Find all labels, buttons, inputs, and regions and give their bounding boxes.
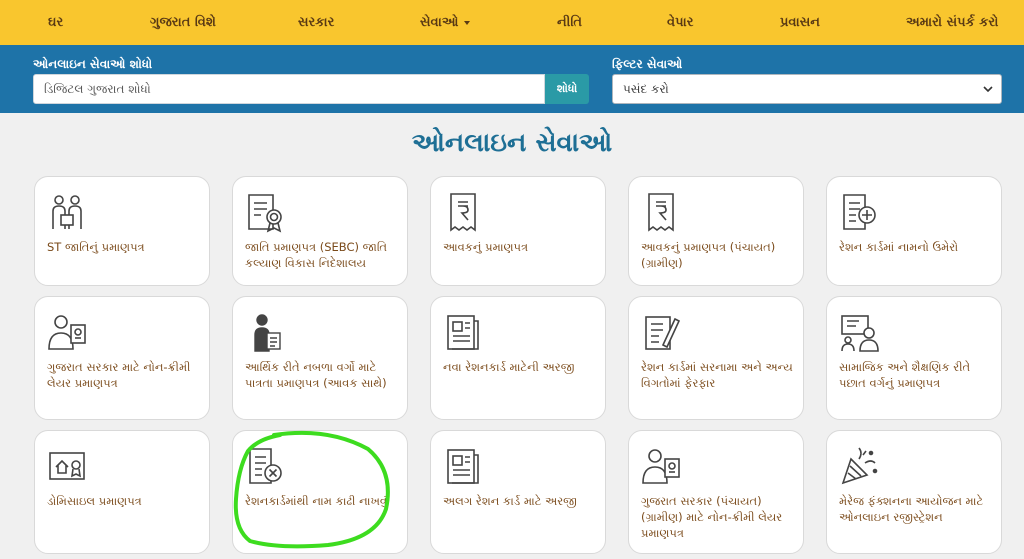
rupee-receipt-icon <box>648 193 674 232</box>
service-card-income-certificate[interactable]: આવકનું પ્રમાણપત્ર <box>430 176 606 286</box>
person-certificate-icon <box>48 315 86 350</box>
service-card-separate-ration-card[interactable]: અલગ રેશન કાર્ડ માટે અરજી <box>430 430 606 554</box>
search-bar: ઓનલાઇન સેવાઓ શોધો ડિજિટલ ગુજરાત શોધો શોધ… <box>0 45 1024 113</box>
home-certificate-icon <box>49 452 85 480</box>
certificate-seal-icon <box>248 194 282 233</box>
service-card-label: ગુજરાત સરકાર માટે નોન-ક્રીમી લેયર પ્રમાણ… <box>47 360 191 390</box>
teacher-board-icon <box>841 315 879 352</box>
service-card-sebc-backward-class[interactable]: સામાજિક અને શૈક્ષણિક રીતે પછાત વર્ગનું પ… <box>826 296 1002 420</box>
service-card-st-caste-certificate[interactable]: ST જાતિનું પ્રમાણપત્ર <box>34 176 210 286</box>
service-card-label: રેશન કાર્ડમાં સરનામા અને અન્ય વિગતોમાં ફ… <box>641 360 793 390</box>
service-card-domicile-certificate[interactable]: ડોમિસાઇલ પ્રમાણપત્ર <box>34 430 210 554</box>
service-card-label: આવકનું પ્રમાણપત્ર <box>443 240 529 254</box>
newspaper-icon <box>447 315 479 350</box>
nav-services-label: સેવાઓ <box>420 15 459 30</box>
service-card-sebc-certificate[interactable]: જાતિ પ્રમાણપત્ર (SEBC) જાતિ કલ્યાણ વિકાસ… <box>232 176 408 286</box>
service-card-non-creamy-layer[interactable]: ગુજરાત સરકાર માટે નોન-ક્રીમી લેયર પ્રમાણ… <box>34 296 210 420</box>
nav-home[interactable]: ઘર <box>48 0 63 45</box>
nav-services[interactable]: સેવાઓ <box>420 0 471 45</box>
nav-tourism[interactable]: પ્રવાસન <box>780 0 820 45</box>
newspaper-icon <box>447 449 479 484</box>
nav-business[interactable]: વેપાર <box>667 0 693 45</box>
service-card-ews-certificate[interactable]: આર્થિક રીતે નબળા વર્ગો માટે પાત્રતા પ્રમ… <box>232 296 408 420</box>
remove-document-icon <box>249 448 282 484</box>
top-navigation: ઘર ગુજરાત વિશે સરકાર સેવાઓ નીતિ વેપાર પ્… <box>0 0 1024 45</box>
search-label: ઓનલાઇન સેવાઓ શોધો <box>33 57 153 71</box>
service-card-ration-address-change[interactable]: રેશન કાર્ડમાં સરનામા અને અન્ય વિગતોમાં ફ… <box>628 296 804 420</box>
nav-government[interactable]: સરકાર <box>298 0 334 45</box>
search-button[interactable]: શોધો <box>545 74 589 104</box>
add-document-icon <box>843 194 876 230</box>
service-card-label: મેરેજ ફંક્શનના આયોજન માટે ઓનલાઇન રજીસ્ટ્… <box>839 494 984 524</box>
service-card-label: જાતિ પ્રમાણપત્ર (SEBC) જાતિ કલ્યાણ વિકાસ… <box>245 240 388 270</box>
service-card-label: ગુજરાત સરકાર (પંચાયત) (ગ્રામીણ) માટે નોન… <box>641 494 783 540</box>
service-card-ration-remove-name[interactable]: રેશનકાર્ડમાંથી નામ કાઢી નાખવું <box>232 430 408 554</box>
person-certificate-icon <box>642 449 680 484</box>
service-card-label: ડોમિસાઇલ પ્રમાણપત્ર <box>47 494 142 508</box>
service-card-label: અલગ રેશન કાર્ડ માટે અરજી <box>443 494 577 508</box>
people-certificate-icon <box>52 195 82 229</box>
service-card-label: આવકનું પ્રમાણપત્ર (પંચાયત) (ગ્રામીણ) <box>641 240 776 270</box>
service-card-label: રેશનકાર્ડમાંથી નામ કાઢી નાખવું <box>245 494 388 508</box>
nav-policy[interactable]: નીતિ <box>557 0 582 45</box>
nav-contact-us[interactable]: અમારો સંપર્ક કરો <box>906 0 998 45</box>
filter-selected-value: પસંદ કરો <box>623 82 669 96</box>
caret-down-icon <box>464 20 471 25</box>
rupee-receipt-icon <box>450 193 476 232</box>
service-card-label: ST જાતિનું પ્રમાણપત્ર <box>47 240 145 254</box>
page-title: ઓનલાઇન સેવાઓ <box>411 128 613 158</box>
search-input[interactable]: ડિજિટલ ગુજરાત શોધો <box>33 74 545 104</box>
service-card-new-ration-card[interactable]: નવા રેશનકાર્ડ માટેની અરજી <box>430 296 606 420</box>
chevron-down-icon <box>983 86 993 93</box>
service-card-marriage-function-registration[interactable]: મેરેજ ફંક્શનના આયોજન માટે ઓનલાઇન રજીસ્ટ્… <box>826 430 1002 554</box>
service-card-non-creamy-layer-panchayat[interactable]: ગુજરાત સરકાર (પંચાયત) (ગ્રામીણ) માટે નોન… <box>628 430 804 554</box>
filter-select[interactable]: પસંદ કરો <box>612 74 1002 104</box>
party-popper-icon <box>841 447 878 485</box>
service-card-label: નવા રેશનકાર્ડ માટેની અરજી <box>443 360 575 374</box>
service-card-income-certificate-panchayat[interactable]: આવકનું પ્રમાણપત્ર (પંચાયત) (ગ્રામીણ) <box>628 176 804 286</box>
nav-about-gujarat[interactable]: ગુજરાત વિશે <box>150 0 216 45</box>
person-document-icon <box>254 314 281 352</box>
service-card-label: રેશન કાર્ડમાં નામનો ઉમેરો <box>839 240 959 254</box>
edit-document-icon <box>645 316 681 350</box>
service-card-ration-add-name[interactable]: રેશન કાર્ડમાં નામનો ઉમેરો <box>826 176 1002 286</box>
service-card-label: આર્થિક રીતે નબળા વર્ગો માટે પાત્રતા પ્રમ… <box>245 360 387 390</box>
service-card-label: સામાજિક અને શૈક્ષણિક રીતે પછાત વર્ગનું પ… <box>839 360 971 390</box>
filter-label: ફિલ્ટર સેવાઓ <box>612 57 683 71</box>
